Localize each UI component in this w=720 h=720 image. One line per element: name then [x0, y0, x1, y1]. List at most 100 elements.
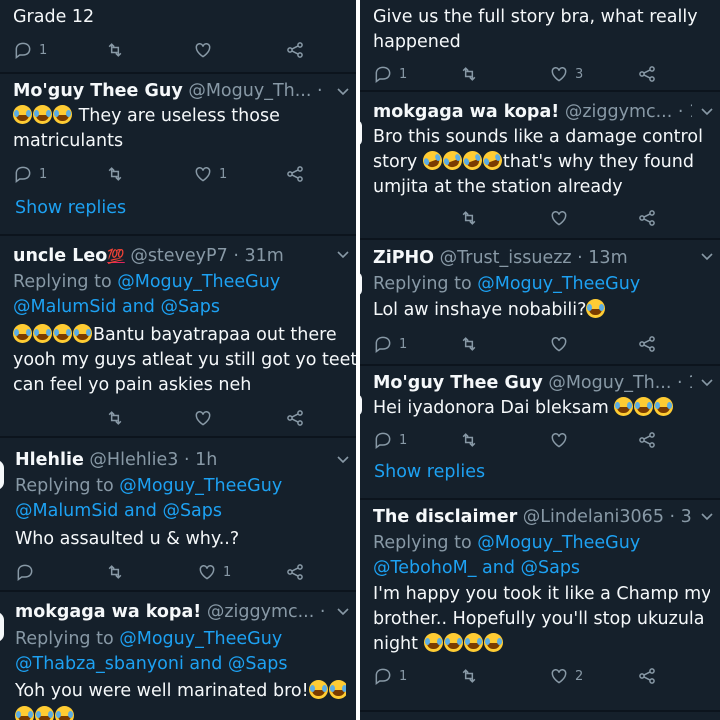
avatar[interactable] [360, 272, 362, 296]
author-handle[interactable]: @ziggymc... [207, 602, 314, 622]
avatar[interactable] [0, 460, 4, 490]
tweet-hlehlie[interactable]: Hlehlie @Hlehlie3 · 1h Replying to @Mogu… [0, 438, 356, 590]
reply-to-mentions[interactable]: @MalumSid and @Saps [13, 295, 346, 320]
chevron-down-icon[interactable] [700, 105, 714, 119]
tweet-text-b: yooh my guys atleat yu still got yo teet… [13, 350, 356, 370]
avatar[interactable] [0, 612, 4, 642]
like-button[interactable] [193, 38, 213, 62]
author-name[interactable]: uncle Leo [13, 246, 107, 266]
tweet-text-a: Yoh you were well marinated bro! [15, 681, 309, 701]
share-button[interactable] [285, 406, 305, 430]
reply-to-mention[interactable]: @Moguy_TheeGuy [477, 533, 640, 553]
author-handle[interactable]: @Lindelani3065 [523, 507, 664, 527]
reply-to-mentions[interactable]: @MalumSid and @Saps [15, 499, 346, 524]
author-handle[interactable]: @Moguy_Th... [548, 373, 671, 393]
share-button[interactable] [637, 428, 657, 452]
face-with-tears-of-joy-emoji [73, 324, 92, 343]
tweet-uncle-leo[interactable]: uncle Leo💯 @steveyP7 · 31m Replying to @… [0, 236, 356, 436]
retweet-button[interactable] [105, 38, 125, 62]
author-handle[interactable]: @Moguy_Th... [188, 81, 311, 101]
share-button[interactable] [637, 206, 657, 230]
reply-to-mention[interactable]: @Moguy_TheeGuy [117, 272, 280, 292]
tweet-text-b: story that's why they found [373, 150, 710, 175]
face-with-tears-of-joy-emoji [463, 633, 483, 652]
reply-button[interactable]: 1 [13, 162, 47, 186]
reply-count: 1 [39, 42, 48, 58]
chevron-down-icon[interactable] [700, 510, 714, 524]
tweet-grade12[interactable]: Grade 12 1 [0, 0, 356, 72]
author-handle[interactable]: @Hlehlie3 [89, 450, 178, 470]
share-button[interactable] [285, 162, 305, 186]
face-with-tears-of-joy-emoji [654, 397, 674, 416]
timestamp: · 10m [319, 602, 328, 622]
avatar[interactable] [360, 394, 362, 416]
like-button[interactable] [549, 206, 569, 230]
retweet-button[interactable] [459, 206, 479, 230]
tweet-text-b: matriculants [13, 131, 124, 151]
author-name[interactable]: Hlehlie [15, 450, 84, 470]
author-handle[interactable]: @steveyP7 [130, 246, 227, 266]
chevron-down-icon[interactable] [336, 85, 350, 99]
reply-button[interactable]: 1 [13, 38, 47, 62]
chevron-down-icon[interactable] [700, 376, 714, 390]
reply-to-mention[interactable]: @Moguy_TheeGuy [477, 274, 640, 294]
chevron-down-icon[interactable] [336, 605, 350, 619]
retweet-button[interactable] [459, 332, 479, 356]
avatar[interactable] [360, 120, 362, 146]
share-button[interactable] [285, 38, 305, 62]
retweet-button[interactable] [105, 162, 125, 186]
tweet-moguy-54m[interactable]: Mo'guy Thee Guy @Moguy_Th... · 54m They … [0, 74, 356, 234]
face-with-tears-of-joy-emoji [443, 633, 463, 652]
reply-button[interactable]: 1 [373, 62, 407, 86]
reply-button[interactable]: 1 [373, 428, 407, 452]
author-name[interactable]: The disclaimer [373, 507, 517, 527]
reply-button[interactable]: 1 [373, 332, 407, 356]
tweet-actions [13, 406, 346, 430]
share-button[interactable] [285, 560, 305, 584]
like-button[interactable] [549, 332, 569, 356]
author-name[interactable]: ZiPHO [373, 248, 434, 268]
like-button[interactable] [193, 406, 213, 430]
tweet-moguy-11m[interactable]: Mo'guy Thee Guy @Moguy_Th... · 11m Hei i… [360, 366, 720, 498]
like-button[interactable]: 2 [549, 664, 583, 688]
tweet-give-us-story[interactable]: Give us the full story bra, what really … [360, 0, 720, 90]
show-replies-link[interactable]: Show replies [374, 460, 710, 485]
like-button[interactable]: 3 [549, 62, 583, 86]
chevron-down-icon[interactable] [336, 453, 350, 467]
author-handle[interactable]: @Trust_issuezz [440, 248, 572, 268]
retweet-button[interactable] [105, 560, 125, 584]
reply-to-mentions[interactable]: @TebohoM_ and @Saps [373, 556, 710, 581]
reply-to-mention[interactable]: @Moguy_TheeGuy [119, 476, 282, 496]
tweet-disclaimer[interactable]: The disclaimer @Lindelani3065 · 35m Repl… [360, 500, 720, 720]
chevron-down-icon[interactable] [336, 248, 350, 262]
reply-to-mentions[interactable]: @Thabza_sbanyoni and @Saps [15, 652, 346, 677]
author-name[interactable]: mokgaga wa kopa! [15, 602, 201, 622]
author-name[interactable]: mokgaga wa kopa! [373, 102, 559, 122]
retweet-button[interactable] [105, 406, 125, 430]
share-button[interactable] [637, 664, 657, 688]
reply-icon [15, 42, 31, 59]
share-button[interactable] [637, 62, 657, 86]
reply-button[interactable] [15, 560, 35, 584]
reply-button[interactable]: 1 [373, 664, 407, 688]
retweet-button[interactable] [459, 664, 479, 688]
reply-count: 1 [399, 668, 408, 684]
tweet-text: Yoh you were well marinated bro! [15, 679, 346, 704]
tweet-zipho[interactable]: ZiPHO @Trust_issuezz · 13m Replying to @… [360, 240, 720, 364]
chevron-down-icon[interactable] [700, 250, 714, 264]
author-handle[interactable]: @ziggymc... [565, 102, 672, 122]
like-button[interactable]: 1 [193, 162, 227, 186]
tweet-mokgaga-10m[interactable]: mokgaga wa kopa! @ziggymc... · 10m Reply… [0, 592, 356, 720]
show-replies-link[interactable]: Show replies [15, 196, 346, 221]
tweet-text-b: happened [373, 32, 461, 52]
author-name[interactable]: Mo'guy Thee Guy [13, 81, 183, 101]
reply-to-mention[interactable]: @Moguy_TheeGuy [119, 629, 282, 649]
like-button[interactable] [549, 428, 569, 452]
like-button[interactable]: 1 [197, 560, 231, 584]
tweet-mokgaga-14m[interactable]: mokgaga wa kopa! @ziggymc... · 14m Bro t… [360, 92, 720, 238]
retweet-button[interactable] [459, 62, 479, 86]
retweet-button[interactable] [459, 428, 479, 452]
author-name[interactable]: Mo'guy Thee Guy [373, 373, 543, 393]
share-button[interactable] [637, 332, 657, 356]
timestamp: · 54m [317, 81, 328, 101]
